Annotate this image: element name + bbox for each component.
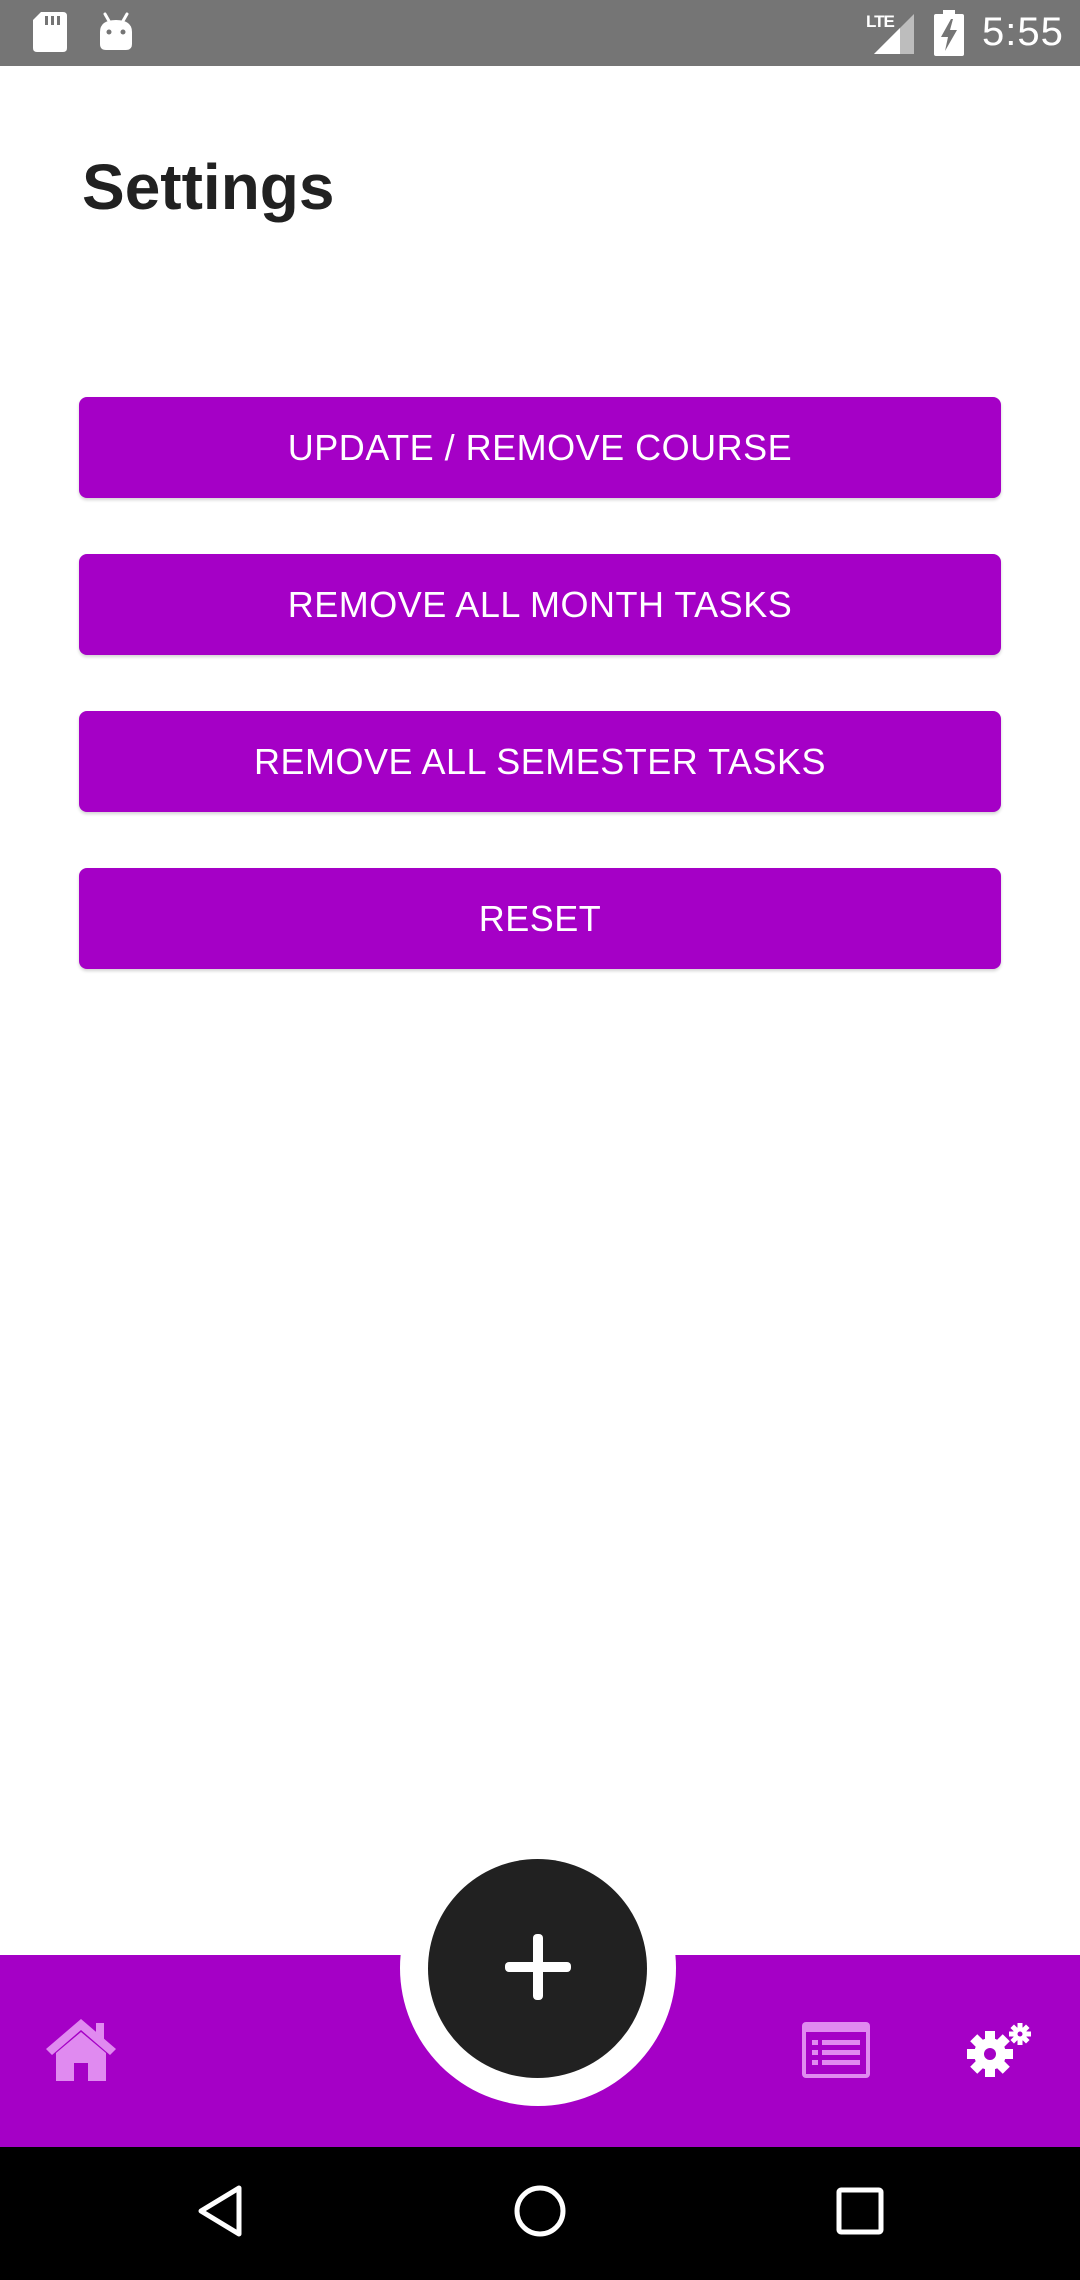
task-list-icon [802, 2021, 870, 2083]
nav-task-list-button[interactable] [795, 2018, 877, 2086]
nav-home-button[interactable] [40, 2010, 122, 2094]
update-remove-course-label: UPDATE / REMOVE COURSE [287, 426, 793, 468]
reset-label: RESET [478, 897, 602, 939]
remove-all-month-tasks-button[interactable]: REMOVE ALL MONTH TASKS [79, 554, 1001, 655]
signal-icon [874, 14, 914, 59]
system-home-button[interactable] [470, 2147, 610, 2280]
remove-all-month-tasks-label: REMOVE ALL MONTH TASKS [287, 583, 793, 625]
system-back-button[interactable] [150, 2147, 290, 2280]
clock-time: 5:55 [982, 10, 1064, 54]
settings-icon [964, 2022, 1036, 2083]
nav-settings-button[interactable] [955, 2015, 1045, 2089]
page-title: Settings [82, 151, 335, 223]
recents-icon [836, 2187, 884, 2240]
home-circle-icon [512, 2183, 568, 2244]
plus-icon [503, 1932, 573, 2005]
system-navigation-bar [0, 2147, 1080, 2280]
add-fab-button[interactable] [428, 1859, 647, 2078]
reset-button[interactable]: RESET [79, 868, 1001, 969]
update-remove-course-button[interactable]: UPDATE / REMOVE COURSE [79, 397, 1001, 498]
status-bar: LTE 5:55 [0, 0, 1080, 66]
sd-card-icon [33, 12, 67, 57]
remove-all-semester-tasks-button[interactable]: REMOVE ALL SEMESTER TASKS [79, 711, 1001, 812]
back-icon [195, 2184, 245, 2243]
android-icon [98, 12, 134, 57]
remove-all-semester-tasks-label: REMOVE ALL SEMESTER TASKS [253, 740, 826, 782]
system-recents-button[interactable] [790, 2147, 930, 2280]
home-icon [46, 2017, 116, 2088]
battery-charging-icon [934, 10, 964, 61]
